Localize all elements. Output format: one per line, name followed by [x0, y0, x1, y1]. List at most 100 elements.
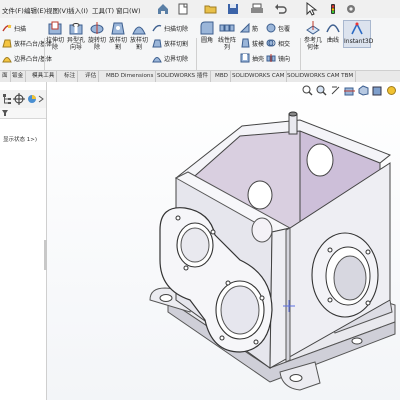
rib-label: 筋 — [252, 25, 259, 33]
reference-geometry-button[interactable]: 参考几何体 — [302, 20, 324, 51]
menu-view[interactable]: 视图(V) — [46, 5, 69, 15]
display-state-label[interactable]: 显示状态 1>) — [3, 135, 37, 143]
feature-manager-panel — [0, 82, 47, 400]
boundary-cut-small-button[interactable]: 边界切除 — [152, 53, 188, 63]
revolve-cut-icon — [90, 22, 104, 34]
open-folder-icon[interactable] — [204, 2, 218, 16]
mirror-button[interactable]: 镜向 — [266, 53, 290, 63]
revolve-cut-label: 旋转切除 — [87, 37, 106, 51]
lofted-cut-button[interactable]: 放样切割 — [108, 20, 128, 51]
home-icon[interactable] — [156, 2, 170, 16]
lofted-cut-label: 放样切割 — [108, 37, 127, 51]
gearbox-housing-model[interactable] — [47, 82, 400, 400]
shell-button[interactable]: 抽壳 — [240, 53, 264, 63]
origin-crosshair-icon[interactable] — [13, 93, 25, 105]
menu-edit[interactable]: 编辑(E) — [24, 5, 46, 15]
tab-solidworks-addins[interactable]: SOLIDWORKS 插件 — [155, 71, 212, 82]
boundary-cut-small-icon — [152, 57, 162, 63]
options-gear-icon[interactable] — [344, 2, 358, 16]
draft-icon — [241, 38, 250, 48]
menu-insert[interactable]: 插入(I) — [68, 5, 88, 15]
wrap-icon — [266, 23, 276, 33]
lofted-cut-small-button[interactable]: 放样切割 — [152, 38, 188, 48]
reference-geometry-icon — [306, 21, 320, 35]
boundary-cut-icon — [132, 26, 146, 35]
wrap-label: 包覆 — [278, 25, 291, 33]
curves-button[interactable]: 曲线 — [325, 20, 341, 44]
instant3d-label: Instant3D — [344, 38, 374, 45]
sweep-cut-icon — [152, 24, 162, 32]
tab-solidworks-cam[interactable]: SOLIDWORKS CAM — [230, 71, 288, 82]
undo-icon[interactable] — [274, 2, 288, 16]
section-view-icon[interactable] — [344, 85, 355, 96]
zoom-to-fit-icon[interactable] — [302, 85, 313, 96]
chart-pie-icon[interactable] — [26, 93, 38, 105]
intersect-label: 相交 — [278, 40, 291, 48]
instant3d-icon — [351, 22, 363, 35]
boundary-cut-button[interactable]: 放样切割 — [129, 20, 149, 51]
draft-button[interactable]: 拔模 — [240, 38, 264, 48]
linear-pattern-button[interactable]: 线性阵列 — [217, 20, 237, 51]
tab-mbd[interactable]: MBD — [213, 71, 231, 82]
rebuild-icon[interactable] — [326, 2, 340, 16]
hole-wizard-button[interactable]: 异型孔向导 — [66, 20, 86, 51]
display-style-icon[interactable] — [372, 85, 383, 96]
sweep-cut-button[interactable]: 扫描切除 — [152, 23, 188, 33]
instant3d-button[interactable]: Instant3D — [343, 20, 374, 48]
zoom-area-icon[interactable] — [316, 85, 327, 96]
feature-manager-filter-bar — [0, 108, 46, 119]
menu-file[interactable]: 文件(F) — [2, 5, 24, 15]
select-pointer-icon[interactable] — [304, 2, 318, 16]
revolve-cut-button[interactable]: 旋转切除 — [87, 20, 107, 51]
tab-mold-tools[interactable]: 模具工具 — [30, 71, 58, 82]
sweep-label: 扫描 — [14, 25, 27, 33]
reference-geometry-label: 参考几何体 — [303, 37, 322, 51]
tab-evaluate[interactable]: 评估 — [83, 71, 100, 82]
heads-up-view-toolbar — [300, 84, 400, 98]
tab-sheet-metal[interactable]: 钣金 — [10, 71, 27, 82]
shell-label: 抽壳 — [252, 55, 265, 63]
feature-manager-toolbar — [0, 90, 46, 109]
intersect-icon — [266, 39, 276, 47]
rib-button[interactable]: 筋 — [240, 23, 258, 33]
new-document-icon[interactable] — [176, 2, 190, 16]
tab-markup[interactable]: 标注 — [62, 71, 79, 82]
print-icon[interactable] — [250, 2, 264, 16]
curves-icon — [326, 24, 340, 33]
previous-view-icon[interactable] — [330, 85, 341, 96]
chevron-right-icon[interactable] — [38, 95, 44, 103]
fillet-label: 圆角 — [200, 37, 213, 44]
filter-icon[interactable] — [2, 110, 8, 116]
extrude-cut-button[interactable]: 拉伸切除 — [45, 20, 65, 51]
boundary-cut-small-label: 边界切除 — [164, 55, 189, 63]
boundary-boss-label: 边界凸台/基体 — [14, 55, 53, 63]
sweep-icon — [2, 24, 12, 32]
curves-label: 曲线 — [326, 37, 339, 44]
draft-label: 拔模 — [252, 40, 265, 48]
rib-icon — [240, 23, 250, 33]
tab-mbd-dimensions[interactable]: MBD Dimensions — [104, 71, 157, 82]
hole-wizard-label: 异型孔向导 — [66, 37, 85, 51]
linear-pattern-icon — [219, 24, 235, 32]
view-orientation-icon[interactable] — [358, 85, 369, 96]
intersect-button[interactable]: 相交 — [266, 38, 290, 48]
graphics-viewport[interactable] — [47, 82, 400, 400]
menu-window[interactable]: 窗口(W) — [116, 5, 141, 15]
sweep-cut-label: 扫描切除 — [164, 25, 189, 33]
tab-solidworks-cam-tbm[interactable]: SOLIDWORKS CAM TBM — [285, 71, 357, 82]
lofted-cut-icon — [111, 22, 125, 35]
fillet-button[interactable]: 圆角 — [198, 20, 216, 44]
save-icon[interactable] — [226, 2, 240, 16]
wrap-button[interactable]: 包覆 — [266, 23, 290, 33]
fillet-icon — [200, 21, 214, 35]
loft-icon — [2, 39, 12, 48]
hide-show-items-icon[interactable] — [386, 85, 397, 96]
menu-tools[interactable]: 工具(T) — [92, 5, 114, 15]
extrude-cut-icon — [48, 21, 62, 35]
loft-cut-icon — [152, 39, 162, 48]
mirror-label: 镜向 — [278, 55, 291, 63]
boundary-cut-label: 放样切割 — [129, 37, 148, 51]
boundary-icon — [2, 57, 12, 63]
sweep-button[interactable]: 扫描 — [2, 23, 26, 33]
linear-pattern-label: 线性阵列 — [217, 37, 236, 51]
